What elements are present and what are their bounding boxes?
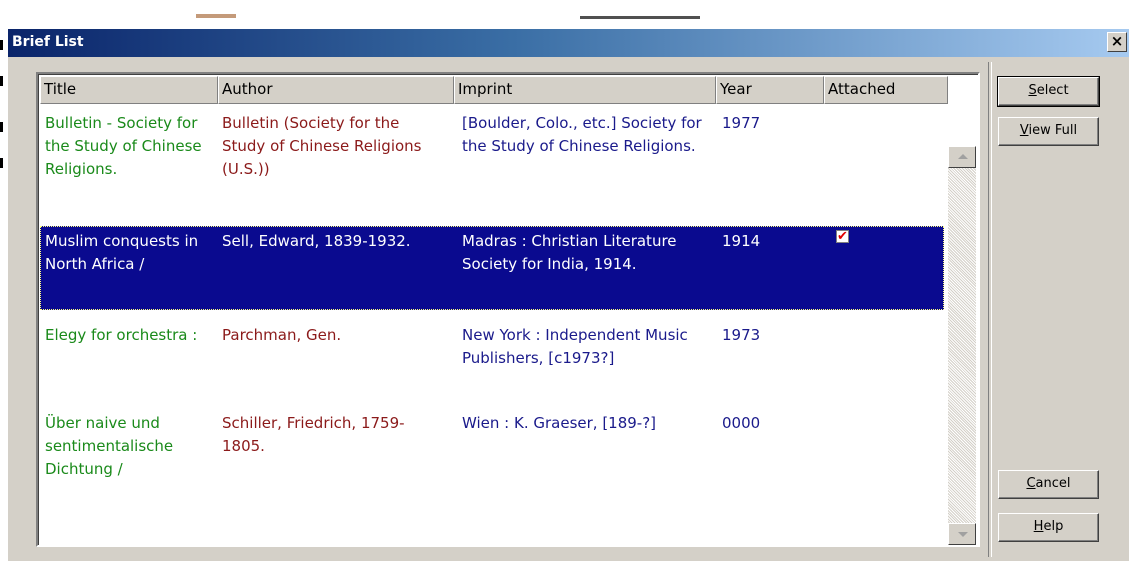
view-full-button-label: iew Full (1028, 123, 1078, 138)
table-row-selected[interactable]: Muslim conquests in North Africa / Sell,… (40, 226, 944, 310)
column-header-title[interactable]: Title (40, 76, 218, 104)
background-artifact (196, 14, 236, 18)
panel-divider (988, 62, 992, 557)
view-full-button-mnemonic: V (1019, 123, 1029, 138)
table-row[interactable]: Bulletin - Society for the Study of Chin… (40, 108, 944, 214)
cell-author: Parchman, Gen. (222, 326, 342, 344)
cell-title: Bulletin - Society for the Study of Chin… (45, 114, 202, 178)
scroll-down-button[interactable] (948, 523, 976, 545)
select-button[interactable]: Select (997, 76, 1100, 107)
column-header-year[interactable]: Year (716, 76, 824, 104)
column-header-attached[interactable]: Attached (824, 76, 948, 104)
select-button-label: elect (1036, 83, 1069, 98)
column-header-row: Title Author Imprint Year Attached (40, 76, 948, 104)
cell-year: 0000 (722, 414, 761, 432)
table-row[interactable]: Über naive und sentimentalische Dichtung… (40, 408, 944, 492)
cell-imprint: Wien : K. Graeser, [189-?] (462, 414, 657, 432)
results-list[interactable]: Title Author Imprint Year Attached Bulle… (36, 72, 980, 547)
cell-imprint: Madras : Christian Literature Society fo… (462, 232, 677, 273)
close-icon[interactable]: × (1107, 32, 1127, 52)
vertical-scrollbar[interactable] (948, 146, 976, 545)
column-header-imprint[interactable]: Imprint (454, 76, 716, 104)
scroll-up-button[interactable] (948, 146, 976, 168)
cell-imprint: [Boulder, Colo., etc.] Society for the S… (462, 114, 702, 155)
cancel-button-mnemonic: C (1026, 476, 1036, 491)
column-header-author[interactable]: Author (218, 76, 454, 104)
cell-year: 1977 (722, 114, 761, 132)
help-button[interactable]: Help (998, 513, 1099, 542)
help-button-label: elp (1043, 519, 1064, 534)
brief-list-dialog: Brief List × Title Author Imprint Year A… (7, 29, 1129, 561)
cancel-button-label: ancel (1035, 476, 1071, 491)
view-full-button[interactable]: View Full (998, 117, 1099, 146)
scroll-up-arrow-icon (958, 154, 968, 159)
scroll-down-arrow-icon (958, 532, 968, 537)
cell-year: 1914 (722, 232, 761, 250)
table-row[interactable]: Elegy for orchestra : Parchman, Gen. New… (40, 320, 944, 404)
checkmark-icon[interactable]: ✔ (836, 230, 849, 243)
cell-author: Sell, Edward, 1839-1932. (222, 232, 411, 250)
title-bar[interactable]: Brief List × (8, 29, 1129, 57)
select-button-mnemonic: S (1028, 83, 1037, 98)
cell-title: Elegy for orchestra : (45, 326, 198, 344)
cell-author: Schiller, Friedrich, 1759-1805. (222, 414, 405, 455)
cell-author: Bulletin (Society for the Study of Chine… (222, 114, 422, 178)
background-edge-marks (0, 40, 4, 190)
window-title: Brief List (12, 34, 84, 50)
cancel-button[interactable]: Cancel (998, 470, 1099, 499)
cell-year: 1973 (722, 326, 761, 344)
cell-imprint: New York : Independent Music Publishers,… (462, 326, 688, 367)
help-button-mnemonic: H (1033, 519, 1044, 534)
background-artifact (580, 16, 700, 19)
cell-title: Über naive und sentimentalische Dichtung… (45, 414, 174, 478)
cell-title: Muslim conquests in North Africa / (45, 232, 199, 273)
background-app-strip (0, 0, 1129, 29)
